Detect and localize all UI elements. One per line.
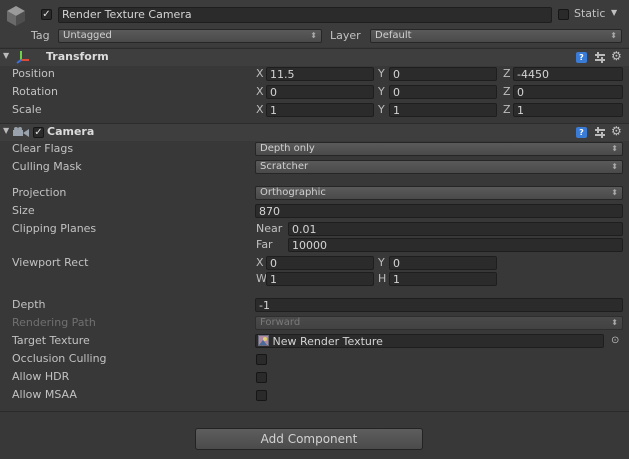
scale-x-field[interactable]: 1 (266, 103, 374, 117)
foldout-arrow-icon[interactable]: ▼ (3, 126, 9, 135)
position-z-field[interactable]: -4450 (513, 67, 623, 81)
scale-z-axis: Z (503, 103, 511, 116)
gameobject-cube-icon (7, 6, 25, 26)
rendering-path-dropdown: Forward ⬍ (255, 316, 623, 330)
target-texture-label: Target Texture (12, 334, 90, 347)
rotation-x-field[interactable]: 0 (266, 85, 374, 99)
chevron-updown-icon: ⬍ (611, 162, 618, 171)
projection-label: Projection (12, 186, 67, 199)
tag-dropdown[interactable]: Untagged ⬍ (58, 29, 322, 43)
allow-hdr-label: Allow HDR (12, 370, 70, 383)
chevron-updown-icon: ⬍ (610, 31, 617, 40)
far-label: Far (256, 238, 273, 251)
clear-flags-label: Clear Flags (12, 142, 74, 155)
position-x-axis: X (256, 67, 264, 80)
rendering-path-label: Rendering Path (12, 316, 96, 329)
allow-msaa-checkbox[interactable] (256, 390, 267, 401)
position-label: Position (12, 67, 55, 80)
static-checkbox[interactable] (558, 9, 569, 20)
layer-dropdown[interactable]: Default ⬍ (370, 29, 622, 43)
occlusion-culling-label: Occlusion Culling (12, 352, 107, 365)
depth-field[interactable]: -1 (255, 298, 623, 312)
object-picker-icon[interactable]: ⊙ (611, 334, 619, 348)
rotation-label: Rotation (12, 85, 59, 98)
culling-mask-label: Culling Mask (12, 160, 82, 173)
static-label: Static (574, 7, 606, 20)
rotation-z-axis: Z (503, 85, 511, 98)
size-field[interactable]: 870 (255, 204, 623, 218)
rendering-path-value: Forward (260, 317, 301, 328)
viewport-y-axis: Y (378, 256, 385, 269)
static-dropdown-arrow-icon[interactable]: ▼ (611, 8, 617, 17)
clipping-planes-label: Clipping Planes (12, 222, 97, 235)
layer-value: Default (375, 30, 412, 41)
render-texture-icon (258, 335, 269, 346)
scale-x-axis: X (256, 103, 264, 116)
rotation-y-field[interactable]: 0 (389, 85, 497, 99)
near-field[interactable]: 0.01 (288, 222, 623, 236)
near-label: Near (256, 222, 283, 235)
viewport-x-field[interactable]: 0 (266, 256, 374, 270)
foldout-arrow-icon[interactable]: ▼ (3, 51, 9, 60)
position-x-field[interactable]: 11.5 (266, 67, 374, 81)
depth-label: Depth (12, 298, 46, 311)
rotation-z-field[interactable]: 0 (513, 85, 623, 99)
viewport-w-field[interactable]: 1 (266, 272, 374, 286)
projection-value: Orthographic (260, 187, 326, 198)
preset-icon[interactable] (594, 52, 606, 64)
tag-label: Tag (31, 29, 50, 42)
scale-y-field[interactable]: 1 (389, 103, 497, 117)
rotation-y-axis: Y (378, 85, 385, 98)
far-field[interactable]: 10000 (288, 238, 623, 252)
clear-flags-dropdown[interactable]: Depth only ⬍ (255, 142, 623, 156)
culling-mask-value: Scratcher (260, 161, 309, 172)
chevron-updown-icon: ⬍ (310, 31, 317, 40)
viewport-x-axis: X (256, 256, 264, 269)
gear-icon[interactable]: ⚙ (611, 49, 622, 63)
position-z-axis: Z (503, 67, 511, 80)
viewport-h-axis: H (378, 272, 387, 285)
scale-label: Scale (12, 103, 42, 116)
help-icon[interactable]: ? (576, 52, 587, 63)
viewport-h-field[interactable]: 1 (389, 272, 497, 286)
chevron-updown-icon: ⬍ (611, 318, 618, 327)
target-texture-value: New Render Texture (272, 335, 383, 348)
component-divider (0, 411, 629, 412)
projection-dropdown[interactable]: Orthographic ⬍ (255, 186, 623, 200)
preset-icon[interactable] (594, 127, 606, 139)
tag-value: Untagged (63, 30, 112, 41)
camera-title: Camera (47, 125, 95, 138)
gear-icon[interactable]: ⚙ (611, 124, 622, 138)
viewport-y-field[interactable]: 0 (389, 256, 497, 270)
allow-hdr-checkbox[interactable] (256, 372, 267, 383)
scale-y-axis: Y (378, 103, 385, 116)
transform-title: Transform (46, 50, 109, 63)
rotation-x-axis: X (256, 85, 264, 98)
transform-axes-icon (16, 51, 29, 64)
gameobject-header: ✓ Render Texture Camera Static ▼ Tag Unt… (0, 0, 629, 47)
add-component-button[interactable]: Add Component (195, 428, 423, 450)
scale-z-field[interactable]: 1 (513, 103, 623, 117)
occlusion-culling-checkbox[interactable] (256, 354, 267, 365)
viewport-rect-label: Viewport Rect (12, 256, 89, 269)
camera-header[interactable]: ▼ ✓ Camera ? ⚙ (0, 123, 629, 141)
help-icon[interactable]: ? (576, 127, 587, 138)
transform-header[interactable]: ▼ Transform ? ⚙ (0, 48, 629, 66)
chevron-updown-icon: ⬍ (611, 188, 618, 197)
target-texture-field[interactable]: New Render Texture (255, 334, 604, 348)
camera-icon (13, 127, 29, 137)
layer-label: Layer (330, 29, 361, 42)
size-label: Size (12, 204, 35, 217)
position-y-field[interactable]: 0 (389, 67, 497, 81)
culling-mask-dropdown[interactable]: Scratcher ⬍ (255, 160, 623, 174)
position-y-axis: Y (378, 67, 385, 80)
gameobject-name-field[interactable]: Render Texture Camera (58, 7, 552, 23)
clear-flags-value: Depth only (260, 143, 315, 154)
camera-enabled-checkbox[interactable]: ✓ (33, 127, 44, 138)
allow-msaa-label: Allow MSAA (12, 388, 77, 401)
gameobject-active-checkbox[interactable]: ✓ (41, 9, 52, 20)
chevron-updown-icon: ⬍ (611, 144, 618, 153)
